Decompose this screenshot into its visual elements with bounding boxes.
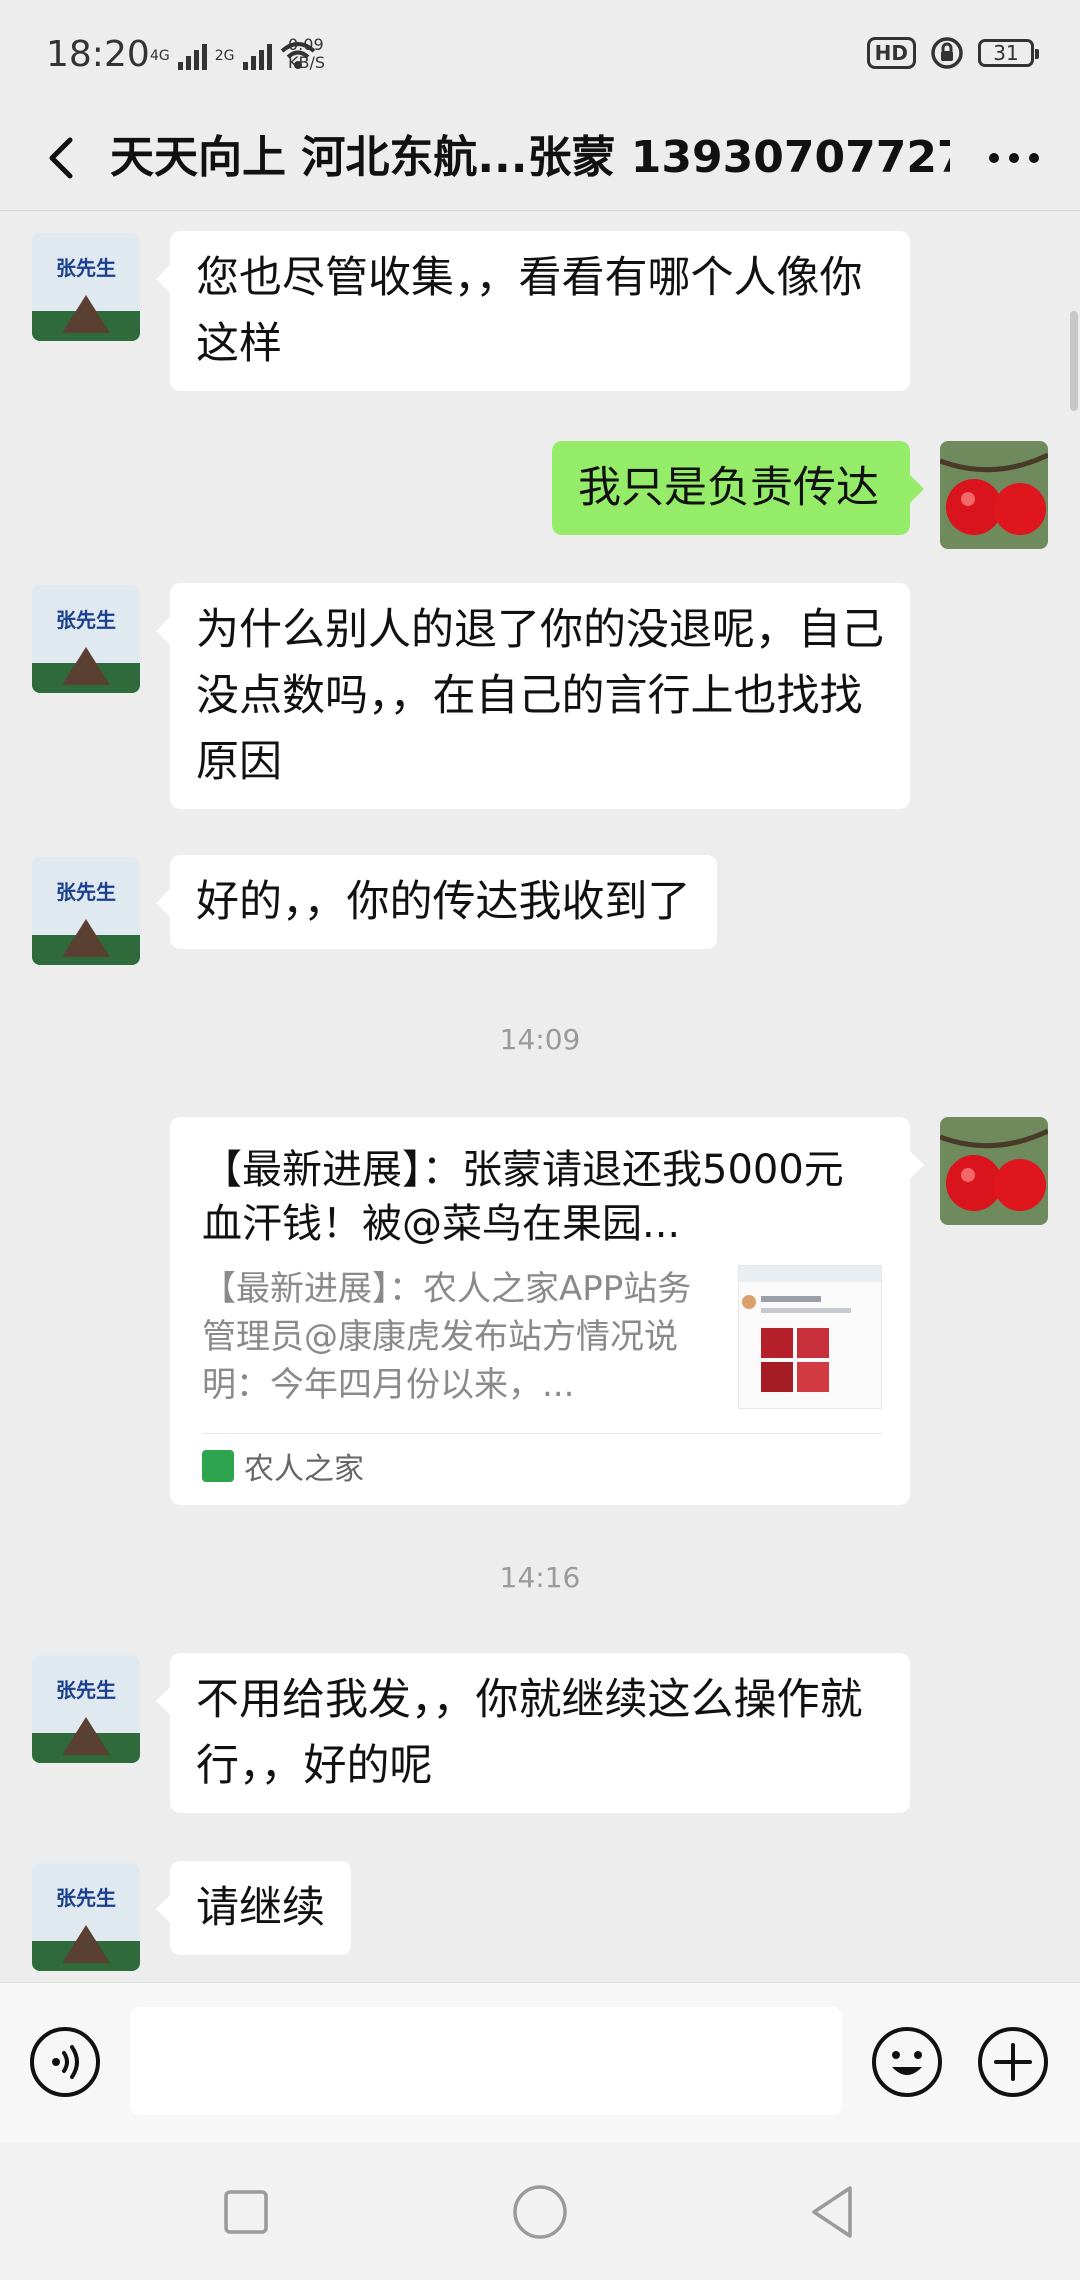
home-button[interactable] [504, 2176, 576, 2248]
my-avatar[interactable] [940, 1117, 1048, 1225]
app-logo-icon [202, 1450, 234, 1482]
system-nav-bar [0, 2142, 1080, 2280]
message-bubble-sent[interactable]: 我只是负责传达 [552, 441, 924, 535]
scrollbar[interactable] [1070, 311, 1078, 411]
home-icon [513, 2185, 567, 2239]
more-icon [989, 153, 1039, 163]
back-button[interactable] [30, 126, 94, 190]
link-thumbnail [738, 1265, 882, 1409]
message-list[interactable]: 张先生 您也尽管收集，，看看有哪个人像你这样 我只是负责传达 张先生 为什么别人… [0, 211, 1080, 1982]
signal-icon [177, 42, 207, 70]
plus-icon [978, 2027, 1048, 2097]
my-avatar[interactable] [940, 441, 1048, 549]
message-timestamp: 14:09 [499, 1023, 581, 1056]
message-text: 好的，，你的传达我收到了 [196, 877, 691, 927]
hd-icon: HD [866, 37, 916, 69]
link-body: 【最新进展】：农人之家APP站务管理员@康康虎发布站方情况说明：今年四月份以来，… [202, 1265, 882, 1409]
message-text: 我只是负责传达 [578, 463, 879, 513]
message-text: 不用给我发，，你就继续这么操作就行，，好的呢 [196, 1675, 863, 1791]
message-bubble[interactable]: 不用给我发，，你就继续这么操作就行，，好的呢 [156, 1653, 910, 1813]
avatar-label: 张先生 [56, 1678, 116, 1702]
recents-icon [224, 2190, 268, 2234]
contact-avatar[interactable]: 张先生 [32, 1863, 140, 1971]
link-description: 【最新进展】：农人之家APP站务管理员@康康虎发布站方情况说明：今年四月份以来，… [202, 1269, 692, 1405]
avatar-label: 张先生 [56, 880, 116, 904]
input-bar [0, 1982, 1080, 2143]
system-back-button[interactable] [796, 2176, 868, 2248]
message-input[interactable] [130, 2007, 842, 2115]
chat-title[interactable]: 天天向上 河北东航...张蒙 13930707727 [110, 126, 950, 190]
status-bar: 18:20 4G 2G 0.09 KB/S HD 31 [0, 0, 1080, 108]
network-speed: 0.09 KB/S [288, 36, 325, 72]
recents-button[interactable] [210, 2176, 282, 2248]
emoji-button[interactable] [870, 2025, 944, 2099]
chat-header: 天天向上 河北东航...张蒙 13930707727 [0, 108, 1080, 211]
message-text: 为什么别人的退了你的没退呢，自己没点数吗，，在自己的言行上也找找原因 [196, 605, 884, 787]
avatar-label: 张先生 [56, 1886, 116, 1910]
speed-value: 0.09 [288, 35, 324, 54]
status-right-group: HD 31 [866, 36, 1039, 70]
message-text: 您也尽管收集，，看看有哪个人像你这样 [196, 253, 863, 369]
link-source-name: 农人之家 [244, 1452, 364, 1487]
shared-link-card[interactable]: 【最新进展】：张蒙请退还我5000元血汗钱！被@菜鸟在果园... 【最新进展】：… [170, 1117, 924, 1505]
emoji-icon [872, 2027, 942, 2097]
back-icon [49, 137, 73, 179]
avatar-label: 张先生 [56, 256, 116, 280]
network-type-2: 2G [214, 48, 235, 64]
battery-icon: 31 [978, 39, 1039, 67]
back-triangle-icon [812, 2186, 852, 2238]
message-bubble[interactable]: 请继续 [156, 1861, 351, 1955]
signal-icon [242, 42, 272, 70]
lock-rotation-icon [931, 37, 963, 69]
message-bubble[interactable]: 好的，，你的传达我收到了 [156, 855, 717, 949]
speed-unit: KB/S [288, 53, 326, 72]
network-type-1: 4G [150, 48, 170, 64]
more-button[interactable] [978, 126, 1050, 190]
message-timestamp: 14:16 [499, 1561, 581, 1594]
contact-avatar[interactable]: 张先生 [32, 857, 140, 965]
link-source: 农人之家 [202, 1433, 882, 1498]
message-bubble[interactable]: 您也尽管收集，，看看有哪个人像你这样 [156, 231, 910, 391]
link-title: 【最新进展】：张蒙请退还我5000元血汗钱！被@菜鸟在果园... [202, 1147, 844, 1247]
message-text: 请继续 [196, 1883, 325, 1933]
voice-icon [30, 2027, 100, 2097]
contact-avatar[interactable]: 张先生 [32, 1655, 140, 1763]
message-bubble[interactable]: 为什么别人的退了你的没退呢，自己没点数吗，，在自己的言行上也找找原因 [156, 583, 910, 809]
contact-avatar[interactable]: 张先生 [32, 585, 140, 693]
status-time: 18:20 [46, 34, 150, 75]
avatar-label: 张先生 [56, 608, 116, 632]
voice-button[interactable] [28, 2025, 102, 2099]
battery-level: 31 [993, 41, 1019, 65]
more-functions-button[interactable] [976, 2025, 1050, 2099]
contact-avatar[interactable]: 张先生 [32, 233, 140, 341]
